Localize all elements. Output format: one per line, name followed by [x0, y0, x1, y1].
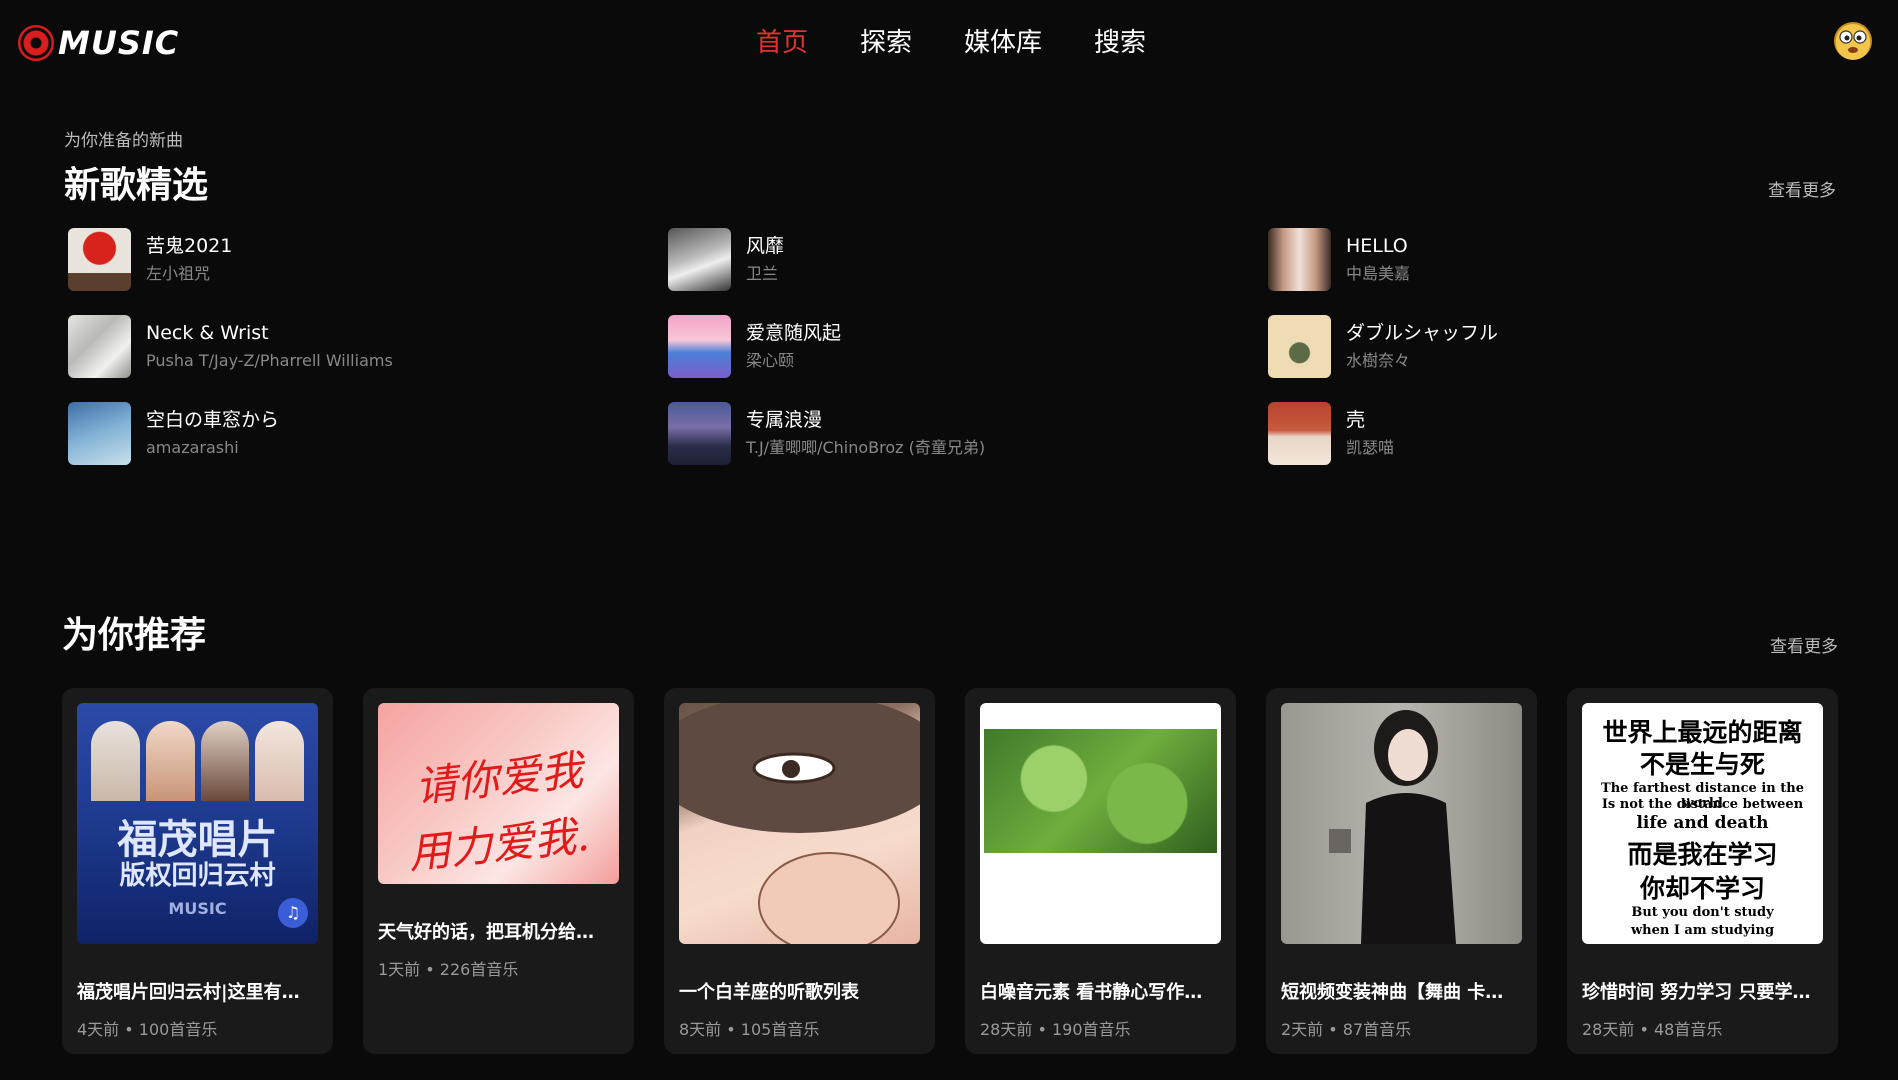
cover-line: But you don't study [1631, 905, 1774, 920]
person-photo [1329, 710, 1456, 944]
cover-line: life and death [1636, 813, 1769, 833]
song-item[interactable]: ダブルシャッフル 水樹奈々 [1268, 315, 1828, 378]
song-title: HELLO [1346, 234, 1408, 257]
cover-line: 世界上最远的距离 [1602, 718, 1803, 747]
song-item[interactable]: HELLO 中島美嘉 [1268, 228, 1828, 291]
song-artist: 左小祖咒 [146, 263, 211, 283]
recommend-see-more-link[interactable]: 查看更多 [1770, 632, 1838, 657]
anime-illustration [679, 703, 920, 944]
emoji-face-icon [1836, 24, 1870, 58]
cover-line: when I am studying [1630, 923, 1775, 938]
song-cover [1268, 402, 1331, 465]
new-songs-see-more-link[interactable]: 查看更多 [1768, 176, 1836, 201]
song-title: 爱意随风起 [746, 321, 842, 344]
song-title: Neck & Wrist [146, 321, 269, 344]
song-artist: 水樹奈々 [1346, 350, 1411, 370]
song-cover [1268, 228, 1331, 291]
playlist-cover [1281, 703, 1522, 944]
cover-line: 而是我在学习 [1627, 840, 1778, 869]
playlist-meta: 28天前 • 48首音乐 [1582, 1020, 1723, 1039]
playlist-cover [980, 703, 1221, 944]
cover-subline: 版权回归云村 [119, 861, 276, 891]
song-item[interactable]: 专属浪漫 T.J/董唧唧/ChinoBroz (奇童兄弟) [668, 402, 1268, 465]
nav-home[interactable]: 首页 [756, 22, 808, 59]
leaves-photo [984, 729, 1217, 853]
playlist-meta: 2天前 • 87首音乐 [1281, 1020, 1412, 1039]
new-songs-subtitle: 为你准备的新曲 [64, 131, 183, 151]
nav-search[interactable]: 搜索 [1094, 22, 1146, 59]
song-item[interactable]: 空白の車窓から amazarashi [68, 402, 668, 465]
nav-library[interactable]: 媒体库 [964, 22, 1042, 59]
song-artist: 卫兰 [746, 263, 779, 283]
nav-explore[interactable]: 探索 [860, 22, 912, 59]
playlist-title: 天气好的话，把耳机分给… [378, 922, 594, 943]
app-logo[interactable]: MUSIC [18, 24, 179, 62]
playlist-title: 短视频变装神曲【舞曲 卡… [1281, 982, 1504, 1003]
top-header: MUSIC 首页 探索 媒体库 搜索 [0, 0, 1898, 84]
song-cover [668, 228, 731, 291]
playlist-meta: 1天前 • 226首音乐 [378, 960, 519, 979]
song-title: 壳 [1346, 408, 1366, 431]
cover-line: 不是生与死 [1639, 750, 1765, 779]
playlist-card[interactable]: 短视频变装神曲【舞曲 卡… 2天前 • 87首音乐 [1266, 688, 1537, 1054]
song-cover [668, 402, 731, 465]
song-artist: 中島美嘉 [1346, 263, 1411, 283]
song-title: 专属浪漫 [746, 408, 823, 431]
song-title: 苦鬼2021 [146, 234, 233, 257]
playlist-cover [679, 703, 920, 944]
playlist-cover: 福茂唱片 版权回归云村 MUSIC ♫ [77, 703, 318, 944]
playlist-cover: 请你爱我 用力爱我. [378, 703, 619, 884]
recommend-title: 为你推荐 [62, 615, 207, 656]
playlist-meta: 8天前 • 105首音乐 [679, 1020, 820, 1039]
main-nav: 首页 探索 媒体库 搜索 [756, 22, 1146, 59]
playlist-card[interactable]: 世界上最远的距离 不是生与死 The farthest distance in … [1567, 688, 1838, 1054]
song-title: 风靡 [746, 234, 785, 257]
playlist-card[interactable]: 一个白羊座的听歌列表 8天前 • 105首音乐 [664, 688, 935, 1054]
playlist-title: 白噪音元素 看书静心写作… [980, 982, 1203, 1003]
playlist-card[interactable]: 福茂唱片 版权回归云村 MUSIC ♫ 福茂唱片回归云村|这里有… 4天前 • … [62, 688, 333, 1054]
song-artist: amazarashi [146, 437, 239, 457]
song-artist: Pusha T/Jay-Z/Pharrell Williams [146, 350, 393, 370]
playlist-title: 珍惜时间 努力学习 只要学… [1582, 982, 1811, 1003]
song-item[interactable]: 壳凯瑟喵 [1268, 402, 1828, 465]
song-cover [68, 402, 131, 465]
song-artist: T.J/董唧唧/ChinoBroz (奇童兄弟) [746, 437, 986, 457]
song-cover [68, 228, 131, 291]
song-cover [1268, 315, 1331, 378]
playlist-title: 一个白羊座的听歌列表 [679, 982, 859, 1003]
cover-line: 你却不学习 [1639, 874, 1765, 903]
new-songs-grid: 苦鬼2021 左小祖咒 风靡卫兰 HELLO 中島美嘉 Neck & Wrist Pu… [68, 228, 1828, 465]
cover-line: Is not the distance between [1601, 797, 1804, 812]
song-item[interactable]: 苦鬼2021 左小祖咒 [68, 228, 668, 291]
playlist-title: 福茂唱片回归云村|这里有… [77, 982, 300, 1003]
song-cover [68, 315, 131, 378]
playlist-card[interactable]: 请你爱我 用力爱我. 天气好的话，把耳机分给… 1天前 • 226首音乐 [363, 688, 634, 1054]
song-item[interactable]: 风靡 卫兰 [668, 228, 1268, 291]
song-item[interactable]: 爱意随风起 梁心颐 [668, 315, 1268, 378]
new-songs-title: 新歌精选 [64, 165, 209, 206]
song-title: ダブルシャッフル [1346, 321, 1499, 344]
playlist-cover: 世界上最远的距离 不是生与死 The farthest distance in … [1582, 703, 1823, 944]
playlist-meta: 4天前 • 100首音乐 [77, 1020, 218, 1039]
playlist-cards: 福茂唱片 版权回归云村 MUSIC ♫ 福茂唱片回归云村|这里有… 4天前 • … [62, 688, 1838, 1054]
song-artist: 凯瑟喵 [1346, 437, 1395, 457]
music-note-icon: ♫ [278, 898, 308, 928]
artist-photos [91, 721, 304, 801]
logo-text: MUSIC [58, 24, 180, 62]
song-cover [668, 315, 731, 378]
song-title: 空白の車窓から [146, 408, 280, 431]
vinyl-disc-icon [18, 25, 54, 61]
playlist-card[interactable]: 白噪音元素 看书静心写作… 28天前 • 190首音乐 [965, 688, 1236, 1054]
playlist-meta: 28天前 • 190首音乐 [980, 1020, 1131, 1039]
song-item[interactable]: Neck & Wrist Pusha T/Jay-Z/Pharrell Willi… [68, 315, 668, 378]
avatar[interactable] [1834, 22, 1872, 60]
song-artist: 梁心颐 [746, 350, 795, 370]
